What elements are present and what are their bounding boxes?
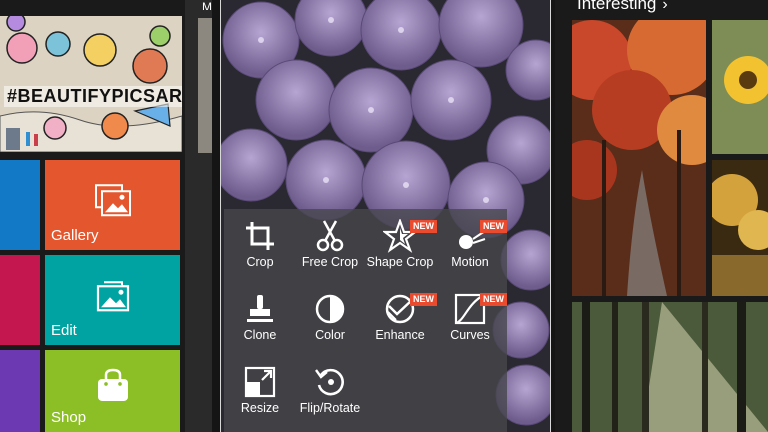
tile-strip-blue[interactable] (0, 160, 40, 250)
truncated-header: M (202, 0, 212, 10)
flip-rotate-tool[interactable]: Flip/Rotate (294, 359, 366, 421)
shopping-bag-icon (97, 368, 128, 401)
tile-strip-crimson[interactable] (0, 255, 40, 345)
color-contrast-icon (315, 294, 345, 324)
clone-tool[interactable]: Clone (224, 286, 296, 348)
shop-label: Shop (51, 409, 87, 426)
motion-tool[interactable]: NEW Motion (434, 213, 507, 275)
chevron-right-icon: › (662, 0, 668, 13)
crop-tool[interactable]: Crop (224, 213, 296, 275)
new-badge: NEW (410, 220, 437, 233)
thumbnail-sunflower[interactable] (712, 20, 768, 154)
gallery-tile[interactable]: Gallery (45, 160, 180, 250)
free-crop-tool[interactable]: Free Crop (294, 213, 366, 275)
tile-strip-purple[interactable] (0, 350, 40, 432)
banner-hashtag: #BEAUTIFYPICSART (4, 86, 182, 107)
interesting-panel: Interesting › (555, 0, 768, 432)
edit-tile[interactable]: Edit (45, 255, 180, 345)
doodle-art-image (0, 16, 182, 152)
color-tool[interactable]: Color (294, 286, 366, 348)
resize-tool[interactable]: Resize (224, 359, 296, 421)
new-badge: NEW (480, 293, 507, 306)
stamp-icon (247, 295, 273, 322)
shop-tile[interactable]: Shop (45, 350, 180, 432)
curves-label: Curves (450, 328, 490, 342)
thumbnail-autumn-trees[interactable] (712, 160, 768, 296)
section-header-interesting[interactable]: Interesting › (577, 0, 668, 14)
promo-banner[interactable]: #BEAUTIFYPICSART (0, 16, 182, 152)
enhance-tool[interactable]: NEW Enhance (364, 286, 437, 348)
thumbnail-sunlit-forest[interactable] (572, 302, 768, 432)
flip-rotate-icon (315, 368, 344, 396)
new-badge: NEW (480, 220, 507, 233)
edit-image-icon (96, 281, 129, 312)
thumbnail-autumn-path[interactable] (572, 20, 706, 296)
curves-tool[interactable]: NEW Curves (434, 286, 507, 348)
gallery-label: Gallery (51, 227, 99, 244)
home-panel: #BEAUTIFYPICSART Gallery Edit Shop (0, 0, 212, 432)
tools-menu: Crop Free Crop NEW Shape Crop NEW Motion… (224, 209, 507, 432)
new-badge: NEW (410, 293, 437, 306)
shape-crop-tool[interactable]: NEW Shape Crop (364, 213, 437, 275)
next-column-photo-edge (198, 18, 212, 153)
crop-icon (246, 222, 274, 250)
edit-label: Edit (51, 322, 77, 339)
section-title: Interesting (577, 0, 657, 13)
motion-label: Motion (451, 255, 489, 269)
resize-icon (244, 366, 276, 398)
flip-rotate-label: Flip/Rotate (299, 401, 361, 415)
photo-editor-panel: Crop Free Crop NEW Shape Crop NEW Motion… (220, 0, 551, 432)
scissors-icon (316, 220, 344, 252)
gallery-icon (94, 184, 131, 217)
